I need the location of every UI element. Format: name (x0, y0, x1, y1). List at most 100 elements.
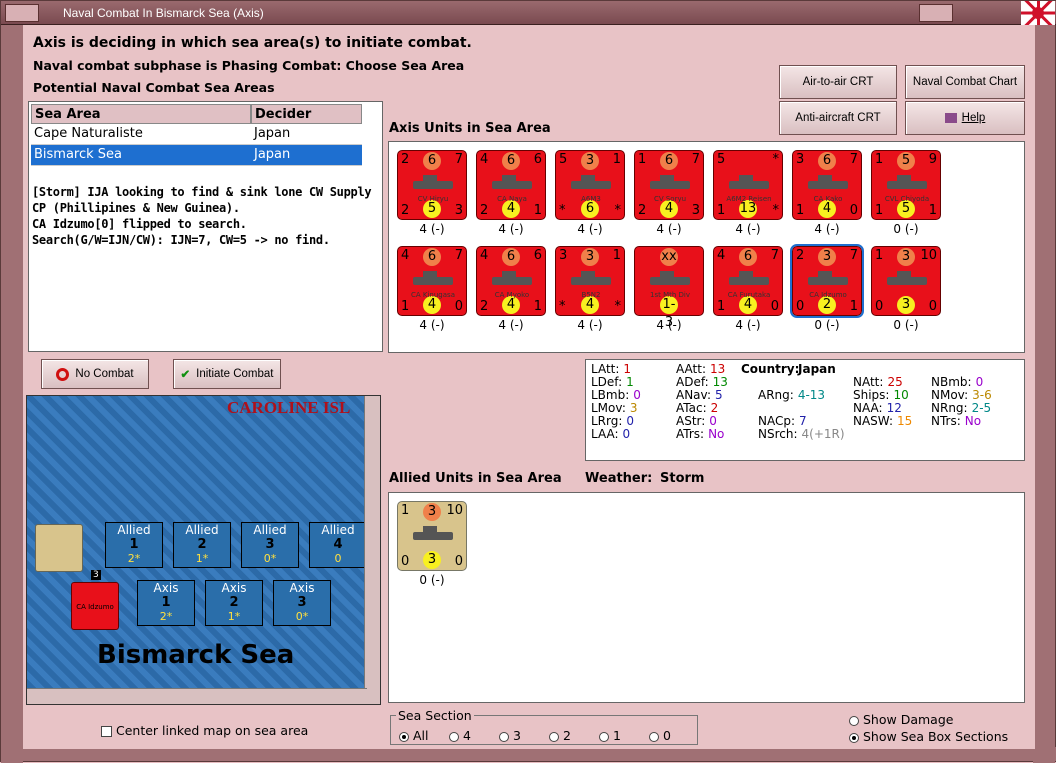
unit-counter[interactable]: 2 6 7 2 5 3 CV Hiryu (397, 150, 467, 220)
stat-label: LMov: (591, 401, 626, 415)
unit-counter[interactable]: 1 5 9 1 5 1 CVL Chiyoda (871, 150, 941, 220)
sea-section-option[interactable]: 3 (499, 728, 521, 743)
sea-section-radio[interactable] (399, 731, 409, 742)
show-damage-option[interactable]: Show Damage (849, 712, 953, 727)
box-value: 0* (263, 552, 277, 565)
sea-section-option[interactable]: 4 (449, 728, 471, 743)
counter-bl: * (559, 203, 566, 218)
box-title: Allied (185, 523, 219, 537)
table-cell-decider[interactable]: Japan (251, 145, 362, 166)
naval-combat-chart-button[interactable]: Naval Combat Chart (905, 65, 1025, 99)
unit-counter[interactable]: 4 6 6 2 4 1 CA Naya (476, 150, 546, 220)
counter-bl: 2 (638, 203, 647, 218)
checkmark-icon: ✔ (180, 369, 191, 381)
stat-label: LAtt: (591, 362, 620, 376)
stat-label: ATac: (676, 401, 707, 415)
map-horizontal-scrollbar[interactable] (27, 688, 367, 704)
column-header-sea-area[interactable]: Sea Area (31, 104, 251, 124)
table-row-bismarck-sea[interactable]: Bismarck Sea (31, 145, 251, 166)
help-button[interactable]: Help (905, 101, 1025, 135)
main-content: Axis is deciding in which sea area(s) to… (23, 25, 1035, 749)
counter-tc: 3 (423, 503, 441, 521)
system-menu-button[interactable] (5, 4, 39, 22)
counter-br: * (772, 203, 780, 218)
counter-tc: 3 (818, 248, 836, 266)
counter-br: 3 (454, 203, 463, 218)
country-label: Country: (741, 362, 800, 376)
sea-section-radio[interactable] (449, 731, 459, 742)
unit-counter[interactable]: 5 * 1 13 * A6M2 Reisen (713, 150, 783, 220)
unit-counter[interactable]: 5 3 1 * 6 * A6M3 (555, 150, 625, 220)
map-idzumo-counter[interactable]: CA Idzumo (71, 582, 119, 630)
axis-units-label: Axis Units in Sea Area (389, 121, 551, 136)
unit-counter[interactable]: 3 6 7 1 4 0 CA Kako (792, 150, 862, 220)
stat-label: NACp: (758, 414, 796, 428)
show-damage-radio[interactable] (849, 715, 859, 726)
sea-section-radio[interactable] (649, 731, 659, 742)
box-value: 0* (295, 610, 309, 623)
map-vertical-scrollbar[interactable] (364, 396, 380, 704)
stat-label: ANav: (676, 388, 712, 402)
stat-item: LRrg: 0 (591, 414, 634, 428)
no-combat-button[interactable]: No Combat (41, 359, 149, 389)
column-header-decider[interactable]: Decider (251, 104, 362, 124)
unit-counter[interactable]: 1 3 10 0 3 0 (871, 246, 941, 316)
unit-name: A6M2 Reisen (726, 195, 772, 203)
initiate-combat-button[interactable]: ✔ Initiate Combat (173, 359, 281, 389)
center-map-option[interactable]: Center linked map on sea area (101, 723, 308, 738)
unit-name: CA Naya (497, 195, 527, 203)
stat-label: NAA: (853, 401, 883, 415)
allied-sea-box[interactable]: Allied 2 1* (173, 522, 231, 568)
allied-sea-box[interactable]: Allied 1 2* (105, 522, 163, 568)
unit-counter[interactable]: 3 3 1 * 4 * B5N2 (555, 246, 625, 316)
table-cell-decider[interactable]: Japan (251, 124, 362, 145)
center-map-label: Center linked map on sea area (116, 723, 309, 738)
allied-sea-box[interactable]: Allied 4 0 (309, 522, 367, 568)
log-line: CA Idzumo[0] flipped to search. (32, 217, 247, 231)
map-allied-counter[interactable] (35, 524, 83, 572)
unit-counter[interactable]: 4 6 7 1 4 0 CA Kinugasa (397, 246, 467, 316)
box-number: 4 (333, 537, 343, 552)
counter-tl: 4 (480, 248, 489, 263)
sea-section-radio[interactable] (599, 731, 609, 742)
unit-strength-label: 0 (-) (419, 573, 445, 587)
unit-counter[interactable]: 1 3 10 0 3 0 (397, 501, 467, 571)
stat-label: LRrg: (591, 414, 623, 428)
linked-map[interactable]: CAROLINE ISL Allied 1 2* Allied 2 1* Allied 3 0*… (26, 395, 381, 705)
minimize-button[interactable] (919, 4, 953, 22)
center-map-checkbox[interactable] (101, 726, 112, 737)
axis-sea-box[interactable]: Axis 3 0* (273, 580, 331, 626)
show-sections-radio[interactable] (849, 732, 859, 743)
counter-bl: 1 (717, 203, 726, 218)
stat-label: NTrs: (931, 414, 961, 428)
counter-br: * (614, 299, 622, 314)
unit-counter[interactable]: 4 6 6 2 4 1 CA Myoko (476, 246, 546, 316)
unit-counter[interactable]: 4 6 7 1 4 0 CA Furutaka (713, 246, 783, 316)
sea-section-option[interactable]: 2 (549, 728, 571, 743)
stat-value: 5 (715, 388, 723, 402)
ship-silhouette-icon (729, 271, 769, 285)
stat-value: 4(+1R) (801, 427, 845, 441)
sea-section-option[interactable]: All (399, 728, 429, 743)
table-row-cape-naturaliste[interactable]: Cape Naturaliste (31, 124, 251, 145)
counter-tl: 1 (401, 503, 410, 518)
country-value: Japan (798, 362, 836, 376)
sea-section-option[interactable]: 1 (599, 728, 621, 743)
stat-item: ARng: 4-13 (758, 388, 825, 402)
anti-aircraft-crt-button[interactable]: Anti-aircraft CRT (779, 101, 897, 135)
air-to-air-crt-button[interactable]: Air-to-air CRT (779, 65, 897, 99)
counter-bl: 1 (875, 203, 884, 218)
allied-sea-box[interactable]: Allied 3 0* (241, 522, 299, 568)
show-sections-option[interactable]: Show Sea Box Sections (849, 729, 1008, 744)
stat-value: 10 (893, 388, 909, 402)
unit-counter[interactable]: 1 6 7 2 4 3 CV Soryu (634, 150, 704, 220)
axis-sea-box[interactable]: Axis 2 1* (205, 580, 263, 626)
unit-counter[interactable]: xx 1-3 1st Mth Div (634, 246, 704, 330)
axis-sea-box[interactable]: Axis 1 2* (137, 580, 195, 626)
sea-section-radio[interactable] (549, 731, 559, 742)
counter-tl: 5 (559, 152, 568, 167)
unit-counter[interactable]: 2 3 7 0 2 1 CA Idzumo (790, 244, 864, 318)
stat-item: ATrs: No (676, 427, 724, 441)
sea-section-option[interactable]: 0 (649, 728, 671, 743)
sea-section-radio[interactable] (499, 731, 509, 742)
